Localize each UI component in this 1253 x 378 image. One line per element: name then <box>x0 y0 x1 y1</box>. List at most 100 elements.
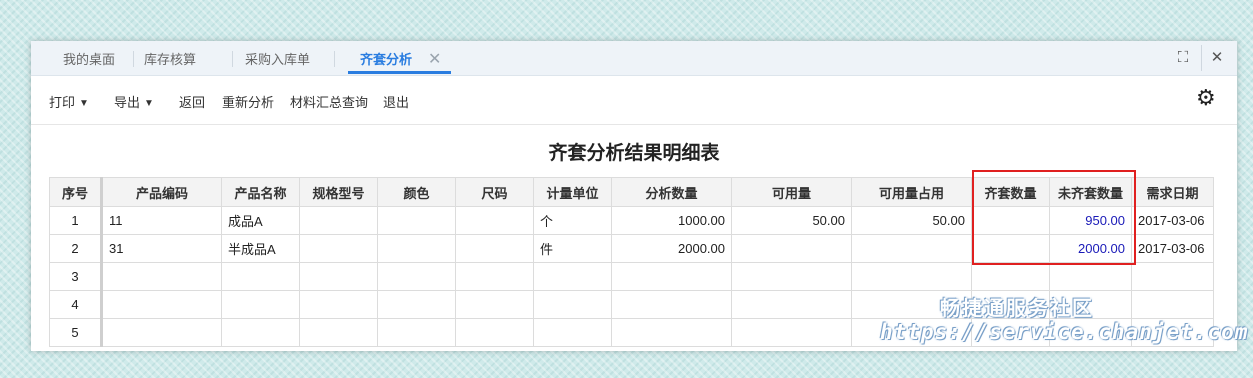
unit-cell[interactable]: 件 <box>533 234 612 263</box>
column-header[interactable]: 颜色 <box>377 177 456 207</box>
table-cell[interactable] <box>377 262 456 291</box>
table-cell[interactable] <box>1131 290 1214 319</box>
chevron-down-icon: ▼ <box>79 98 89 109</box>
product-name-cell[interactable]: 半成品A <box>221 234 300 263</box>
tab-kitting-analysis[interactable]: 齐套分析 <box>360 41 412 75</box>
color-cell[interactable] <box>377 206 456 235</box>
spec-cell[interactable] <box>299 234 378 263</box>
gear-icon[interactable]: ⚙ <box>1196 86 1216 110</box>
tab-inventory-accounting[interactable]: 库存核算 <box>144 41 196 75</box>
toolbar: 打印 ▼ 导出 ▼ 返回 重新分析 材料汇总查询 退出 ⚙ <box>31 76 1237 125</box>
column-header[interactable]: 可用量 <box>731 177 852 207</box>
table-cell[interactable] <box>533 318 612 347</box>
export-label: 导出 <box>114 95 141 110</box>
table-cell[interactable] <box>455 290 534 319</box>
material-summary-button[interactable]: 材料汇总查询 <box>290 92 368 111</box>
table-cell[interactable] <box>221 262 300 291</box>
row-index-cell: 5 <box>49 318 103 347</box>
back-button[interactable]: 返回 <box>179 92 205 111</box>
table-cell[interactable] <box>101 318 222 347</box>
print-label: 打印 <box>49 95 76 110</box>
tab-divider <box>232 51 233 67</box>
tab-purchase-receipt[interactable]: 采购入库单 <box>245 41 310 75</box>
column-header[interactable]: 尺码 <box>455 177 534 207</box>
column-header[interactable]: 序号 <box>49 177 103 207</box>
analysis-qty-cell[interactable]: 1000.00 <box>611 206 732 235</box>
table-cell[interactable] <box>611 262 732 291</box>
unkitted-qty-cell[interactable]: 2000.00 <box>1049 234 1132 263</box>
table-cell[interactable] <box>377 290 456 319</box>
window-button-divider <box>1201 45 1202 71</box>
table-cell[interactable] <box>533 262 612 291</box>
table-cell[interactable] <box>611 290 732 319</box>
table-cell[interactable] <box>1131 262 1214 291</box>
kitted-qty-cell[interactable] <box>971 234 1050 263</box>
export-menu-button[interactable]: 导出 ▼ <box>114 92 154 111</box>
table-row[interactable]: 1 11 成品A 个 1000.00 50.00 50.00 950.00 20… <box>49 206 1214 235</box>
table-cell[interactable] <box>221 318 300 347</box>
row-index-cell: 4 <box>49 290 103 319</box>
size-cell[interactable] <box>455 234 534 263</box>
chevron-down-icon: ▼ <box>144 98 154 109</box>
active-tab-indicator <box>348 71 451 74</box>
row-index-cell: 3 <box>49 262 103 291</box>
demand-date-cell[interactable]: 2017-03-06 <box>1131 234 1214 263</box>
table-header-row: 序号 产品编码 产品名称 规格型号 颜色 尺码 计量单位 分析数量 可用量 可用… <box>49 177 1214 207</box>
available-qty-cell[interactable]: 50.00 <box>731 206 852 235</box>
maximize-icon[interactable]: ⛶ <box>1172 49 1194 67</box>
table-row[interactable]: 3 <box>49 262 1214 291</box>
column-header[interactable]: 未齐套数量 <box>1049 177 1132 207</box>
table-row[interactable]: 2 31 半成品A 件 2000.00 2000.00 2017-03-06 <box>49 234 1214 263</box>
tab-my-desktop[interactable]: 我的桌面 <box>63 41 115 75</box>
print-menu-button[interactable]: 打印 ▼ <box>49 92 89 111</box>
reanalyze-button[interactable]: 重新分析 <box>222 92 274 111</box>
table-cell[interactable] <box>377 318 456 347</box>
column-header[interactable]: 产品编码 <box>101 177 222 207</box>
analysis-qty-cell[interactable]: 2000.00 <box>611 234 732 263</box>
table-cell[interactable] <box>731 318 852 347</box>
row-index-cell: 1 <box>49 206 103 235</box>
tab-divider <box>133 51 134 67</box>
table-cell[interactable] <box>533 290 612 319</box>
column-header[interactable]: 齐套数量 <box>971 177 1050 207</box>
available-occupied-cell[interactable] <box>851 234 972 263</box>
kitted-qty-cell[interactable] <box>971 206 1050 235</box>
table-cell[interactable] <box>455 318 534 347</box>
unkitted-qty-cell[interactable]: 950.00 <box>1049 206 1132 235</box>
available-qty-cell[interactable] <box>731 234 852 263</box>
table-cell[interactable] <box>221 290 300 319</box>
color-cell[interactable] <box>377 234 456 263</box>
column-header[interactable]: 产品名称 <box>221 177 300 207</box>
exit-button[interactable]: 退出 <box>383 92 409 111</box>
column-header[interactable]: 分析数量 <box>611 177 732 207</box>
table-cell[interactable] <box>611 318 732 347</box>
report-title: 齐套分析结果明细表 <box>548 143 720 164</box>
table-cell[interactable] <box>101 290 222 319</box>
row-index-cell: 2 <box>49 234 103 263</box>
available-occupied-cell[interactable]: 50.00 <box>851 206 972 235</box>
product-name-cell[interactable]: 成品A <box>221 206 300 235</box>
unit-cell[interactable]: 个 <box>533 206 612 235</box>
table-cell[interactable] <box>455 262 534 291</box>
column-header[interactable]: 计量单位 <box>533 177 612 207</box>
close-icon[interactable]: ✕ <box>1206 49 1228 67</box>
column-header[interactable]: 规格型号 <box>299 177 378 207</box>
table-cell[interactable] <box>1049 262 1132 291</box>
size-cell[interactable] <box>455 206 534 235</box>
column-header[interactable]: 可用量占用 <box>851 177 972 207</box>
table-cell[interactable] <box>101 262 222 291</box>
table-cell[interactable] <box>731 262 852 291</box>
spec-cell[interactable] <box>299 206 378 235</box>
watermark-url: https://service.chanjet.com <box>880 320 1249 344</box>
product-code-cell[interactable]: 11 <box>101 206 222 235</box>
column-header[interactable]: 需求日期 <box>1131 177 1214 207</box>
table-cell[interactable] <box>971 262 1050 291</box>
demand-date-cell[interactable]: 2017-03-06 <box>1131 206 1214 235</box>
table-cell[interactable] <box>299 290 378 319</box>
table-cell[interactable] <box>851 262 972 291</box>
tab-close-icon[interactable]: ✕ <box>428 41 441 75</box>
table-cell[interactable] <box>731 290 852 319</box>
table-cell[interactable] <box>299 262 378 291</box>
product-code-cell[interactable]: 31 <box>101 234 222 263</box>
table-cell[interactable] <box>299 318 378 347</box>
